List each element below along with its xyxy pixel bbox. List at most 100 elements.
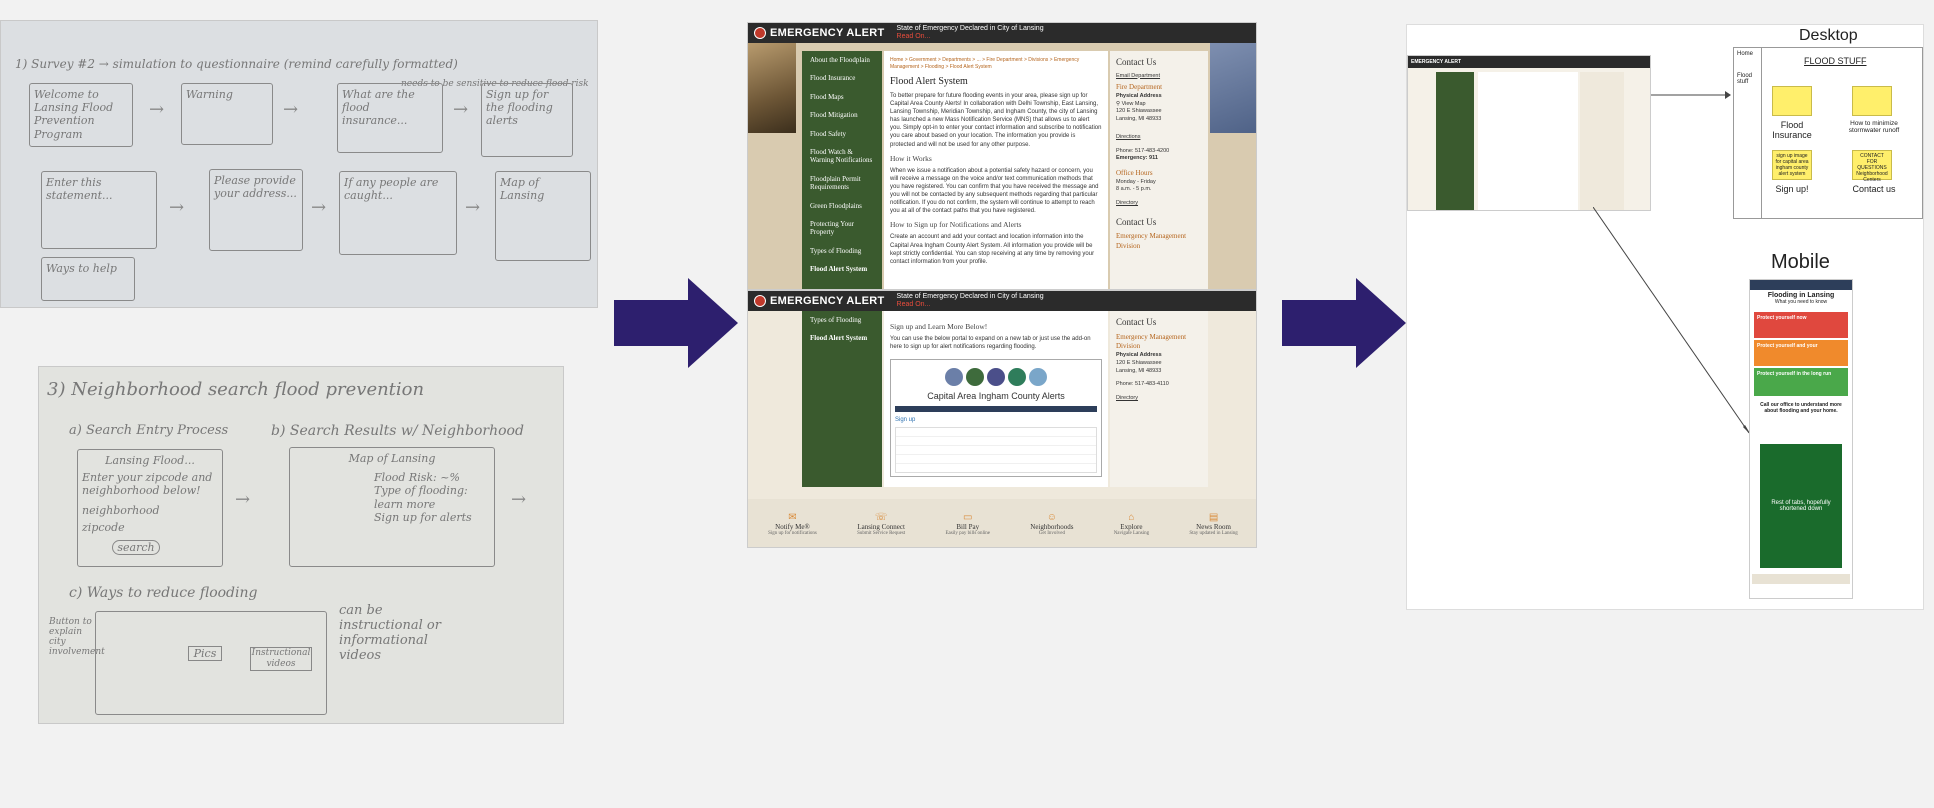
arrow-icon: → [283, 99, 299, 120]
hours-heading: Office Hours [1116, 168, 1153, 177]
nav-item[interactable]: Flood Safety [802, 125, 882, 143]
main-content: Home > Government > Departments > ... > … [884, 51, 1108, 289]
portal-toolbar [895, 406, 1097, 413]
mobile-green-block: Rest of tabs, hopefully shortened down [1760, 444, 1842, 568]
section-heading: How to Sign up for Notifications and Ale… [890, 220, 1022, 230]
seal-icon [1029, 368, 1047, 387]
sketch-field: zipcode [82, 520, 125, 534]
nav-item-active[interactable]: Flood Alert System [802, 260, 882, 278]
mobile-band[interactable]: Protect yourself and your [1754, 340, 1848, 366]
sketch-box-text: Enter your zipcode and neighborhood belo… [82, 471, 213, 498]
people-icon: ☺ [1046, 512, 1057, 523]
nav-item[interactable]: Protecting Your Property [802, 215, 882, 242]
arrow-icon: → [511, 489, 527, 510]
main-content: Sign up and Learn More Below! You can us… [884, 311, 1108, 487]
footer-item[interactable]: ✉ Notify Me® Sign up for notifications [768, 512, 817, 536]
website-screenshot-bottom: EMERGENCY ALERT State of Emergency Decla… [747, 290, 1257, 548]
desk-nav-item[interactable]: Home [1737, 51, 1758, 57]
desk-title: FLOOD STUFF [1804, 56, 1867, 66]
footer-item[interactable]: ☺ Neighborhoods Get Involved [1030, 512, 1073, 536]
sticky-note [1772, 86, 1812, 116]
arrow-icon: → [149, 99, 165, 120]
arrow-icon: → [311, 197, 327, 218]
mobile-band[interactable]: Protect yourself in the long run [1754, 368, 1848, 396]
chat-icon: ☏ [874, 512, 888, 523]
mini-content [1478, 72, 1578, 210]
read-on-link[interactable]: Read On... [897, 301, 931, 308]
department-name: Emergency Management Division [1116, 232, 1187, 251]
directory-link[interactable]: Directory [1116, 200, 1202, 208]
sketch-neighborhood-search: 3) Neighborhood search flood prevention … [38, 366, 564, 724]
nav-item[interactable]: Floodplain Permit Requirements [802, 170, 882, 197]
sticky-note: CONTACT FOR QUESTIONS Neighborhood Cente… [1852, 150, 1892, 183]
nav-item[interactable]: Flood Insurance [802, 69, 882, 87]
sketch-search-box: Lansing Flood... Enter your zipcode and … [77, 449, 223, 567]
sketch-box-item: Pics [188, 646, 222, 662]
news-icon: ▤ [1208, 512, 1219, 523]
contact-heading: Contact Us [1116, 317, 1157, 327]
desk-nav-item[interactable]: Flood stuff [1737, 73, 1758, 85]
map-pin-icon: ⚲ [1116, 100, 1121, 107]
footer-item[interactable]: ☏ Lansing Connect Submit Service Request [857, 512, 905, 536]
directory-link[interactable]: Directory [1116, 395, 1202, 403]
hours-text: 8 a.m. - 5 p.m. [1116, 186, 1152, 193]
sticky-caption: Flood Insurance [1772, 120, 1812, 140]
footer-item[interactable]: ⌂ Explore Navigate Lansing [1114, 512, 1149, 536]
breadcrumb[interactable]: Home > Government > Departments > ... > … [890, 57, 1102, 71]
desk-nav: Home Flood stuff [1734, 48, 1762, 218]
nav-item[interactable]: Types of Flooding [802, 311, 882, 329]
side-navigation: About the Floodplain Flood Insurance Flo… [802, 51, 882, 289]
footer-item[interactable]: ▭ Bill Pay Easily pay bills online [945, 512, 990, 536]
section-heading: How it Works [890, 153, 932, 163]
phone-text: Phone: 517-483-4110 [1116, 381, 1169, 388]
contact-panel: Contact Us Emergency Management Division… [1110, 311, 1208, 487]
seal-icon [966, 368, 984, 387]
mini-contact [1580, 72, 1624, 210]
bell-icon: ✉ [788, 512, 797, 523]
sticky-note [1852, 86, 1892, 116]
nav-item[interactable]: Green Floodplains [802, 197, 882, 215]
sketch-box: Sign up for the flooding alerts [481, 83, 573, 157]
sketch-box: Enter this statement... [41, 171, 157, 249]
sticky-caption: Contact us [1852, 184, 1896, 194]
website-screenshot-top: EMERGENCY ALERT State of Emergency Decla… [747, 22, 1257, 290]
nav-item[interactable]: Types of Flooding [802, 242, 882, 260]
sketch-survey: 1) Survey #2 → simulation to questionnai… [0, 20, 598, 308]
nav-item[interactable]: Flood Mitigation [802, 106, 882, 124]
sketch-box: Please provide your address... [209, 169, 303, 251]
section-text: Create an account and add your contact a… [890, 234, 1095, 265]
alert-portal[interactable]: Capital Area Ingham County Alerts Sign u… [890, 359, 1102, 478]
portal-form[interactable] [895, 426, 1097, 473]
emergency-alert-bar: EMERGENCY ALERT State of Emergency Decla… [748, 23, 1256, 43]
sketch-box-title: Map of Lansing [348, 452, 436, 465]
read-on-link[interactable]: Read On... [897, 33, 931, 40]
sketch-line: 1) Survey #2 → simulation to questionnai… [15, 57, 458, 71]
section-text: You can use the below portal to expand o… [890, 336, 1091, 351]
sketch-ways-box: Pics Instructional videos [95, 611, 327, 715]
section-text: When we issue a notification about a pot… [890, 167, 1099, 215]
mobile-band[interactable]: Protect yourself now [1754, 312, 1848, 338]
sketch-box-title: Lansing Flood... [105, 454, 195, 467]
directions-link[interactable]: Directions [1116, 134, 1202, 142]
section-heading: Sign up and Learn More Below! [890, 322, 988, 331]
final-design-panel: EMERGENCY ALERT Desktop Home Flood stuff… [1406, 24, 1924, 610]
sketch-box: Welcome to Lansing Flood Prevention Prog… [29, 83, 133, 147]
nav-item[interactable]: About the Floodplain [802, 51, 882, 69]
sketch-label: c) Ways to reduce flooding [69, 585, 258, 601]
sketch-box-item: Type of flooding: [374, 484, 468, 498]
footer-item[interactable]: ▤ News Room Stay updated in Lansing [1189, 512, 1237, 536]
footer-bar: ✉ Notify Me® Sign up for notifications ☏ La… [748, 499, 1256, 547]
address-label: Physical Address [1116, 93, 1162, 100]
email-link[interactable]: Email Department [1116, 73, 1202, 81]
nav-item[interactable]: Flood Watch & Warning Notifications [802, 143, 882, 170]
mobile-header [1750, 280, 1852, 290]
sketch-label: b) Search Results w/ Neighborhood [271, 423, 524, 439]
nav-item[interactable]: Flood Maps [802, 88, 882, 106]
nav-item-active[interactable]: Flood Alert System [802, 329, 882, 347]
mini-alert-bar: EMERGENCY ALERT [1408, 56, 1650, 68]
seal-icon [1008, 368, 1026, 387]
seal-icon [987, 368, 1005, 387]
arrow-icon: → [235, 489, 251, 510]
view-map-link[interactable]: ⚲ View Map [1116, 101, 1202, 109]
mobile-mockup: Flooding in Lansing What you need to kno… [1749, 279, 1853, 599]
